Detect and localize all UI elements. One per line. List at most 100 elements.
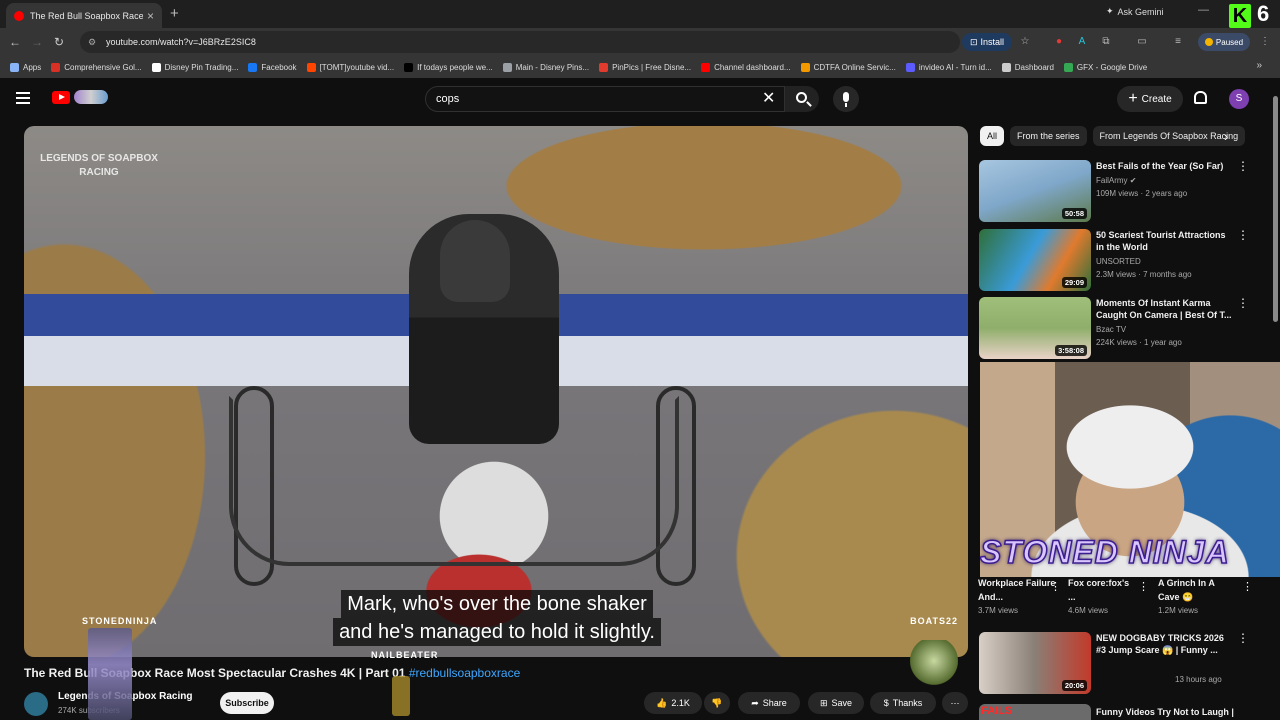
save-button[interactable]: ⊞ Save bbox=[808, 692, 864, 714]
close-tab-icon[interactable]: × bbox=[147, 9, 154, 23]
more-icon: ⋯ bbox=[950, 697, 960, 708]
bookmark-item[interactable]: Disney Pin Trading... bbox=[151, 62, 238, 72]
bookmark-favicon-icon bbox=[51, 62, 61, 72]
more-actions-button[interactable]: ⋯ bbox=[942, 692, 968, 714]
video-player[interactable]: LEGENDS OF SOAPBOX RACING Mark, who's ov… bbox=[24, 126, 968, 657]
guide-menu-icon[interactable] bbox=[16, 92, 30, 104]
forward-icon[interactable]: → bbox=[26, 35, 48, 49]
browser-menu-icon[interactable]: ⋮ bbox=[1259, 36, 1271, 48]
youtube-doodle[interactable] bbox=[74, 90, 108, 104]
recommendation-more-icon[interactable]: ⋮ bbox=[1237, 297, 1249, 309]
short-more-icon[interactable]: ⋮ bbox=[1138, 580, 1149, 593]
bookmark-label: GFX - Google Drive bbox=[1076, 62, 1148, 72]
bookmark-item[interactable]: GFX - Google Drive bbox=[1063, 62, 1148, 72]
recommendation-thumbnail[interactable]: FAILS bbox=[979, 704, 1091, 720]
create-button[interactable]: + Create bbox=[1117, 86, 1183, 112]
reload-icon[interactable]: ↻ bbox=[48, 35, 70, 49]
minimize-icon[interactable]: — bbox=[1198, 4, 1209, 16]
paused-label: Paused bbox=[1215, 37, 1244, 47]
recommendation-title[interactable]: 50 Scariest Tourist Attractions in the W… bbox=[1096, 229, 1234, 253]
bookmark-star-icon[interactable]: ☆ bbox=[1019, 36, 1031, 48]
recommendation-title[interactable]: Funny Videos Try Not to Laugh | bbox=[1096, 706, 1234, 718]
chip-all[interactable]: All bbox=[980, 126, 1005, 146]
extension-a-icon[interactable]: A bbox=[1076, 36, 1088, 48]
dislike-button[interactable]: 👎 bbox=[704, 692, 730, 714]
notifications-bell-icon[interactable] bbox=[1194, 91, 1207, 104]
channel-avatar[interactable] bbox=[24, 692, 48, 716]
bookmark-item[interactable]: Facebook bbox=[248, 62, 297, 72]
recommendation-thumbnail[interactable]: 50:58 bbox=[979, 160, 1091, 222]
new-tab-icon[interactable]: + bbox=[170, 5, 179, 22]
tab-search-icon[interactable]: ▭ bbox=[1136, 36, 1148, 48]
back-icon[interactable]: ← bbox=[4, 35, 26, 49]
short-title[interactable]: Fox core:fox's ... bbox=[1068, 576, 1138, 604]
short-more-icon[interactable]: ⋮ bbox=[1242, 580, 1253, 593]
extension-red-icon[interactable]: ● bbox=[1053, 36, 1065, 48]
share-button[interactable]: ➦ Share bbox=[738, 692, 800, 714]
chips-next-icon[interactable]: › bbox=[1224, 129, 1228, 144]
bookmark-item[interactable]: Comprehensive Gol... bbox=[51, 62, 142, 72]
duration-badge: 3:58:08 bbox=[1055, 345, 1087, 356]
recommendation-more-icon[interactable]: ⋮ bbox=[1237, 632, 1249, 644]
install-button[interactable]: ⊡ Install bbox=[962, 33, 1012, 51]
short-item[interactable]: Fox core:fox's ... 4.6M views bbox=[1068, 576, 1138, 615]
bookmark-item[interactable]: CDTFA Online Servic... bbox=[800, 62, 896, 72]
address-bar[interactable]: ⚙ youtube.com/watch?v=J6BRzE2SIC8 bbox=[80, 31, 960, 53]
scrollbar-thumb[interactable] bbox=[1273, 96, 1278, 322]
recommendation-more-icon[interactable]: ⋮ bbox=[1237, 160, 1249, 172]
recommendation-channel[interactable]: Bzac TV bbox=[1096, 325, 1126, 334]
share-icon: ➦ bbox=[751, 697, 759, 708]
profile-paused-button[interactable]: Paused bbox=[1198, 33, 1250, 51]
search-button[interactable] bbox=[785, 86, 819, 112]
recommendation-item[interactable]: 20:06 NEW DOGBABY TRICKS 2026 #3 Jump Sc… bbox=[979, 632, 1249, 694]
streamer-webcam: STONED NINJA bbox=[980, 362, 1280, 577]
short-more-icon[interactable]: ⋮ bbox=[1050, 580, 1061, 593]
short-title[interactable]: A Grinch In A Cave 😁 bbox=[1158, 576, 1238, 604]
filter-chips: All From the series From Legends Of Soap… bbox=[980, 126, 1250, 146]
like-button[interactable]: 👍 2.1K bbox=[644, 692, 702, 714]
account-avatar[interactable]: S bbox=[1229, 89, 1249, 109]
site-info-icon[interactable]: ⚙ bbox=[88, 37, 100, 48]
recommendation-more-icon[interactable]: ⋮ bbox=[1237, 229, 1249, 241]
recommendation-title[interactable]: Moments Of Instant Karma Caught On Camer… bbox=[1096, 297, 1234, 321]
video-hashtag[interactable]: #redbullsoapboxrace bbox=[409, 666, 520, 680]
chip-from-series[interactable]: From the series bbox=[1010, 126, 1087, 146]
thanks-button[interactable]: $ Thanks bbox=[870, 692, 936, 714]
channel-watermark: LEGENDS OF SOAPBOX RACING bbox=[40, 153, 158, 178]
bookmark-item[interactable]: Main - Disney Pins... bbox=[502, 62, 589, 72]
bookmark-item[interactable]: Apps bbox=[10, 62, 41, 72]
recommendation-channel[interactable]: UNSORTED bbox=[1096, 257, 1141, 266]
clear-search-icon[interactable]: ✕ bbox=[762, 89, 775, 109]
search-input[interactable]: cops bbox=[425, 86, 785, 112]
ask-gemini-label: Ask Gemini bbox=[1117, 6, 1164, 17]
bookmark-item[interactable]: PinPics | Free Disne... bbox=[599, 62, 691, 72]
short-item[interactable]: A Grinch In A Cave 😁 1.2M views bbox=[1158, 576, 1238, 615]
recommendation-item[interactable]: 29:09 50 Scariest Tourist Attractions in… bbox=[979, 229, 1249, 291]
recommendation-thumbnail[interactable]: 3:58:08 bbox=[979, 297, 1091, 359]
youtube-logo-icon[interactable] bbox=[52, 91, 70, 104]
kick-logo-icon: K bbox=[1229, 4, 1251, 28]
browser-toolbar: ← → ↻ ⚙ youtube.com/watch?v=J6BRzE2SIC8 … bbox=[0, 28, 1280, 56]
chip-from-channel[interactable]: From Legends Of Soapbox Racing bbox=[1092, 126, 1246, 146]
recommendation-meta: 2.3M views · 7 months ago bbox=[1096, 270, 1192, 279]
subscribe-button[interactable]: Subscribe bbox=[220, 692, 274, 714]
recommendation-item[interactable]: 50:58 Best Fails of the Year (So Far) Fa… bbox=[979, 160, 1249, 222]
media-controls-icon[interactable]: ≡ bbox=[1172, 36, 1184, 48]
bookmark-item[interactable]: Dashboard bbox=[1001, 62, 1054, 72]
bookmark-item[interactable]: invideo AI - Turn id... bbox=[905, 62, 992, 72]
bookmarks-overflow-icon[interactable]: » bbox=[1256, 60, 1262, 71]
bookmark-item[interactable]: If todays people we... bbox=[404, 62, 493, 72]
ask-gemini-button[interactable]: ✦ Ask Gemini bbox=[1106, 6, 1164, 17]
recommendation-title[interactable]: NEW DOGBABY TRICKS 2026 #3 Jump Scare 😱 … bbox=[1096, 632, 1234, 656]
recommendation-item[interactable]: 3:58:08 Moments Of Instant Karma Caught … bbox=[979, 297, 1249, 359]
bookmark-item[interactable]: Channel dashboard... bbox=[701, 62, 791, 72]
extensions-puzzle-icon[interactable]: ⧉ bbox=[1100, 36, 1112, 48]
browser-tab[interactable]: The Red Bull Soapbox Race × bbox=[6, 3, 162, 28]
bookmark-item[interactable]: [TOMT]youtube vid... bbox=[306, 62, 394, 72]
recommendation-title[interactable]: Best Fails of the Year (So Far) bbox=[1096, 160, 1234, 172]
voice-search-icon[interactable] bbox=[833, 86, 859, 112]
recommendation-thumbnail[interactable]: 20:06 bbox=[979, 632, 1091, 694]
recommendation-thumbnail[interactable]: 29:09 bbox=[979, 229, 1091, 291]
recommendation-item[interactable]: FAILS Funny Videos Try Not to Laugh | bbox=[979, 704, 1249, 720]
recommendation-channel[interactable]: FailArmy ✔ bbox=[1096, 176, 1137, 185]
